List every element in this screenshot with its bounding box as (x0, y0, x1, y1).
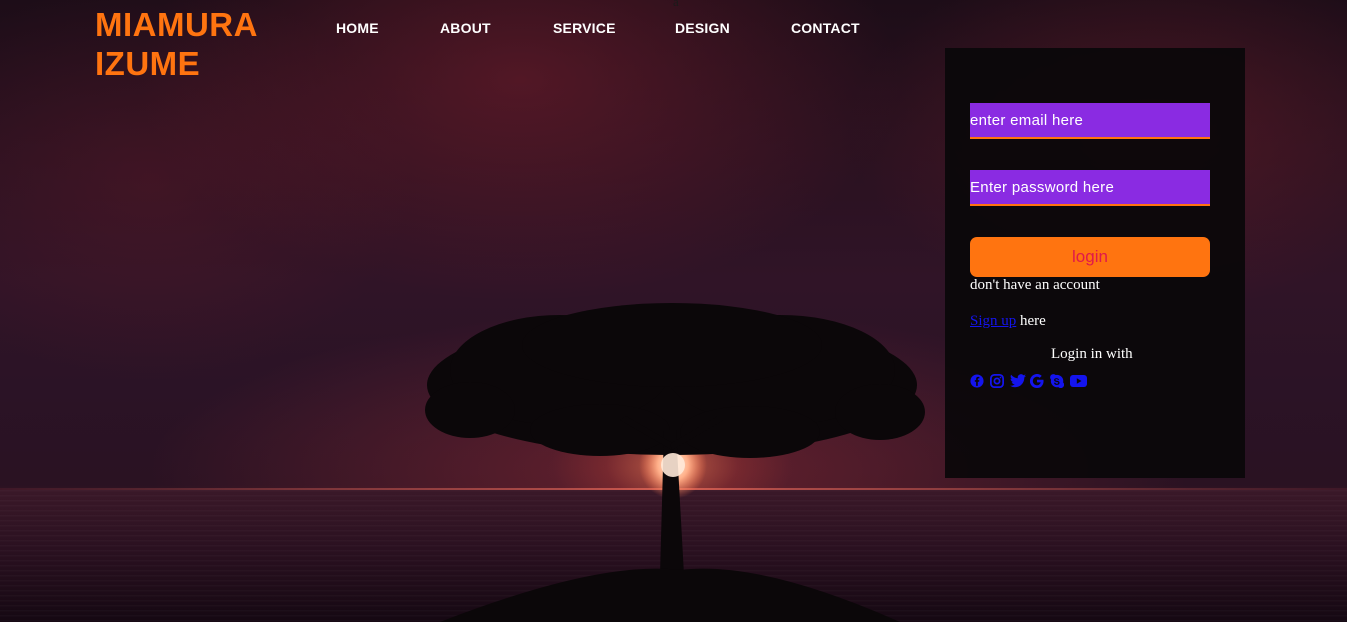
nav-about-link[interactable]: ABOUT (440, 20, 491, 36)
social-icons (970, 374, 1087, 390)
instagram-icon[interactable] (990, 374, 1006, 390)
stray-text: a (673, 0, 679, 9)
signup-suffix: here (1016, 313, 1046, 329)
youtube-icon[interactable] (1070, 374, 1087, 390)
login-panel: login don't have an account Sign up here… (945, 48, 1245, 478)
google-icon[interactable] (1030, 374, 1046, 390)
skype-icon[interactable] (1050, 374, 1066, 390)
login-button[interactable]: login (970, 237, 1210, 277)
nav-service-link[interactable]: SERVICE (553, 20, 616, 36)
brand-line-1: MIAMURA (95, 6, 258, 43)
twitter-icon[interactable] (1010, 374, 1026, 390)
login-with-text: Login in with (1051, 346, 1133, 362)
brand-line-2: IZUME (95, 45, 201, 82)
password-input[interactable] (970, 170, 1210, 206)
nav-home-link[interactable]: HOME (336, 20, 379, 36)
no-account-text: don't have an account (970, 277, 1100, 293)
facebook-icon[interactable] (970, 374, 986, 390)
nav-contact-link[interactable]: CONTACT (791, 20, 860, 36)
signup-line: Sign up here (970, 313, 1046, 330)
signup-link[interactable]: Sign up (970, 313, 1016, 329)
email-input[interactable] (970, 103, 1210, 139)
nav-design-link[interactable]: DESIGN (675, 20, 730, 36)
brand-logo[interactable]: MIAMURA IZUME (95, 5, 258, 83)
